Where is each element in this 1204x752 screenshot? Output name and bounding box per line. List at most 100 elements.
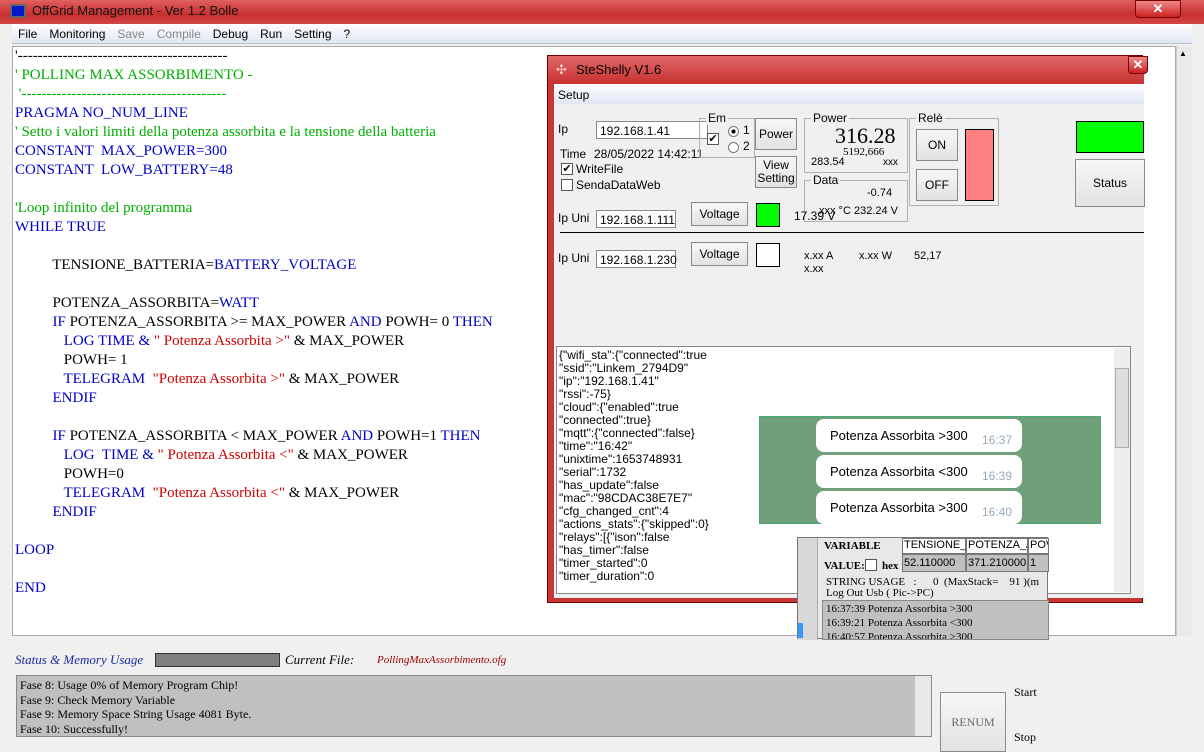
code-line: TELEGRAM "Potenza Assorbita >" & MAX_POW… [15, 370, 493, 389]
messages-scrollbar[interactable] [915, 676, 931, 736]
menu-save[interactable]: Save [111, 24, 150, 41]
em-label: Em [706, 111, 728, 125]
menu-help[interactable]: ? [338, 24, 357, 41]
menu-file[interactable]: File [12, 24, 43, 41]
code-token: AND [340, 428, 377, 444]
writefile-checkbox[interactable]: ✔ [561, 163, 573, 175]
log-title: Log Out Usb ( Pic->PC) [826, 587, 934, 599]
menu-debug[interactable]: Debug [207, 24, 254, 41]
menu-compile[interactable]: Compile [151, 24, 207, 41]
rele-group-label: Relè [916, 111, 945, 125]
em-checkbox[interactable]: ✔ [707, 133, 719, 145]
code-token: & MAX_POWER [293, 447, 408, 463]
em-radio-1[interactable] [728, 126, 739, 137]
writefile-label: WriteFile [576, 162, 624, 176]
em-group: Em ✔ 1 2 [699, 111, 755, 158]
json-log-scrollbar[interactable] [1114, 348, 1130, 592]
code-token: "Potenza Assorbita <" [152, 485, 285, 501]
menu-setup[interactable]: Setup [554, 84, 1144, 104]
code-token: POTENZA_ASSORBITA= [15, 295, 219, 311]
code-line: ENDIF [15, 389, 493, 408]
code-token: '---------------------------------------… [15, 48, 228, 64]
variable-table: TENSIONE_52.110000POTENZA_/371.210000POV… [902, 538, 1049, 574]
senddata-checkbox[interactable] [561, 179, 573, 191]
senddata-label: SendaDataWeb [576, 178, 661, 192]
stop-label[interactable]: Stop [1014, 730, 1036, 745]
menu-run[interactable]: Run [254, 24, 288, 41]
close-icon[interactable]: ✕ [1128, 56, 1148, 74]
code-token: & MAX_POWER [285, 485, 400, 501]
editor-scrollbar[interactable]: ▲ [1176, 46, 1192, 636]
code-line: IF POTENZA_ASSORBITA >= MAX_POWER AND PO… [15, 313, 493, 332]
code-token: POTENZA_ASSORBITA >= MAX_POWER [69, 314, 350, 330]
code-token: AND [349, 314, 386, 330]
em-option-2: 2 [743, 139, 750, 153]
uni1-ip-input[interactable]: 192.168.1.111 [596, 210, 676, 228]
code-token: END [15, 580, 46, 596]
code-token: CONSTANT LOW_BATTERY=48 [15, 162, 233, 178]
code-token: ENDIF [15, 390, 97, 406]
code-token: POWH=1 [376, 428, 441, 444]
title-bar: OffGrid Management - Ver 1.2 Bolle ✕ [0, 0, 1204, 24]
time-label: Time [560, 147, 587, 161]
code-line: END [15, 579, 493, 598]
code-token: THEN [440, 428, 481, 444]
message-time: 16:40 [981, 505, 1012, 519]
code-token: POWH=0 [15, 466, 124, 482]
status-message: Fase 9: Memory Space String Usage 4081 B… [20, 707, 252, 721]
em-radio-2[interactable] [728, 142, 739, 153]
code-line: TENSIONE_BATTERIA=BATTERY_VOLTAGE [15, 256, 493, 275]
renum-button[interactable]: RENUM [940, 692, 1006, 752]
code-line: LOG TIME & " Potenza Assorbita <" & MAX_… [15, 446, 493, 465]
code-token: ' Setto i valori limiti della potenza as… [15, 124, 436, 140]
message-time: 16:39 [981, 469, 1012, 483]
table-cell: 371.210000 [966, 554, 1028, 572]
ip-input[interactable]: 192.168.1.41 [596, 121, 708, 139]
code-token: BATTERY_VOLTAGE [214, 257, 357, 273]
status-button[interactable]: Status [1075, 159, 1145, 207]
power-total: 5192,666 [843, 146, 885, 158]
code-token: LOG TIME & [15, 333, 154, 349]
code-line: POWH=0 [15, 465, 493, 484]
relay-off-button[interactable]: OFF [916, 169, 958, 201]
menu-monitoring[interactable]: Monitoring [43, 24, 111, 41]
code-token: ENDIF [15, 504, 97, 520]
code-line: ' Setto i valori limiti della potenza as… [15, 123, 493, 142]
status-message: Fase 10: Successfully! [20, 721, 128, 736]
start-label[interactable]: Start [1014, 685, 1037, 700]
close-icon[interactable]: ✕ [1135, 0, 1181, 18]
code-token: LOOP [15, 542, 55, 558]
hex-checkbox[interactable] [865, 559, 877, 571]
code-token: '---------------------------------------… [15, 86, 227, 102]
uni1-voltage-button[interactable]: Voltage [691, 202, 748, 226]
relay-on-button[interactable]: ON [916, 129, 958, 161]
data-group-label: Data [811, 173, 841, 187]
power-button[interactable]: Power [755, 118, 797, 150]
uni2-voltage-button[interactable]: Voltage [691, 242, 748, 266]
code-line: CONSTANT MAX_POWER=300 [15, 142, 493, 161]
code-token: " Potenza Assorbita >" [153, 333, 290, 349]
telegram-message: Potenza Assorbita >300 16:40 [816, 491, 1022, 524]
view-setting-button[interactable]: View Setting [755, 156, 797, 188]
menu-setting[interactable]: Setting [288, 24, 337, 41]
ip-label: Ip [558, 122, 569, 136]
telegram-message: Potenza Assorbita >300 16:37 [816, 419, 1022, 452]
json-log-line: "ip":"192.168.1.41" [559, 374, 659, 388]
code-line: POTENZA_ASSORBITA=WATT [15, 294, 493, 313]
code-token: CONSTANT MAX_POWER=300 [15, 143, 227, 159]
code-token: & MAX_POWER [290, 333, 405, 349]
table-cell: 1 [1028, 554, 1049, 572]
current-file: PollingMaxAssorbimento.ofg [377, 654, 507, 666]
telegram-chat: Potenza Assorbita >300 16:37 Potenza Assor… [759, 416, 1101, 524]
code-line: TELEGRAM "Potenza Assorbita <" & MAX_POW… [15, 484, 493, 503]
uni2-ip-input[interactable]: 192.168.1.230 [596, 250, 677, 268]
uni2-current: x.xx A [804, 250, 834, 262]
code-token: IF [15, 314, 70, 330]
em-option-1: 1 [743, 123, 750, 137]
telegram-message: Potenza Assorbita <300 16:39 [816, 455, 1022, 488]
data-top: -0.74 [867, 187, 893, 199]
hex-label: hex [882, 560, 899, 572]
